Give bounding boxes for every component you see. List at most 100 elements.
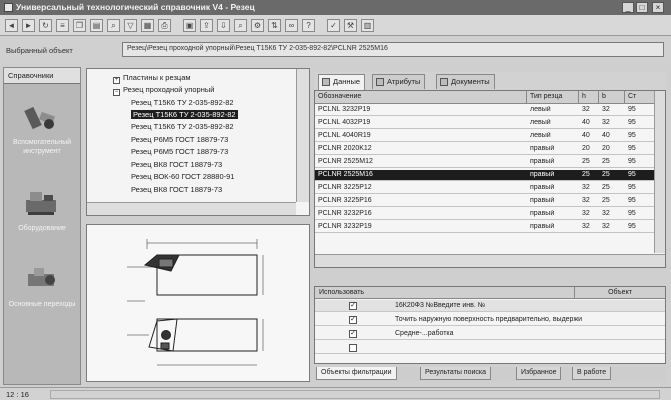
filter-row[interactable]: ✓ Точить наружную поверхность предварител… [315, 314, 665, 326]
sort-icon[interactable]: ⇅ [268, 19, 281, 32]
table-cell: PCLNR 3232P16 [318, 210, 372, 217]
tab-attributes[interactable]: Атрибуты [372, 74, 426, 89]
column-header[interactable]: b [599, 91, 625, 104]
tab-favorites[interactable]: Избранное [516, 367, 562, 380]
tree-node[interactable]: + Пластины к резцам [113, 73, 191, 84]
tab-filter-objects[interactable]: Объекты фильтрации [316, 367, 397, 380]
forward-icon[interactable]: ► [22, 19, 35, 32]
back-icon[interactable]: ◄ [5, 19, 18, 32]
save-icon[interactable]: ▣ [183, 19, 196, 32]
table-row[interactable]: PCLNR 3232P16 правый 32 32 95 [315, 209, 655, 220]
tab-data[interactable]: Данные [318, 74, 366, 90]
filter-row[interactable]: ✓ 16К20Ф3 №Введите инв. № [315, 300, 665, 312]
use-filter-checkbox[interactable] [349, 344, 357, 352]
table-cell: 32 [602, 106, 610, 113]
export-icon[interactable]: ⇪ [200, 19, 213, 32]
filter-icon[interactable]: ▽ [124, 19, 137, 32]
table-cell: 95 [628, 145, 636, 152]
filter-object-text: Средне-...работка [395, 330, 454, 337]
tree-node[interactable]: Резец Т15К6 ТУ 2-035-892-82 [131, 122, 234, 131]
table-row[interactable]: PCLNL 3232P19 левый 32 32 95 [315, 105, 655, 116]
tree-icon[interactable]: ≡ [56, 19, 69, 32]
filter-row[interactable] [315, 342, 665, 354]
print-icon[interactable]: ⎙ [158, 19, 171, 32]
tree-node[interactable]: Резец ВК8 ГОСТ 18879-73 [131, 160, 222, 169]
tab-documents[interactable]: Документы [436, 74, 495, 89]
table-row[interactable]: PCLNR 2020K12 правый 20 20 95 [315, 144, 655, 155]
column-header[interactable]: Ст [625, 91, 655, 104]
tool-holder-icon [24, 106, 55, 130]
column-header[interactable]: Объект [575, 287, 665, 299]
minimize-button[interactable]: _ [622, 2, 634, 13]
import-icon[interactable]: ⇩ [217, 19, 230, 32]
help-icon[interactable]: ? [302, 19, 315, 32]
category-main-transitions[interactable]: Основные переходы [6, 256, 78, 334]
tree-node[interactable]: Резец Р6М5 ГОСТ 18879-73 [131, 147, 228, 156]
paste-icon[interactable]: ▤ [90, 19, 103, 32]
category-equipment[interactable]: Оборудование [6, 180, 78, 258]
category-auxiliary-tools[interactable]: Вспомогательный инструмент [6, 94, 78, 172]
tab-in-work[interactable]: В работе [572, 367, 612, 380]
table-cell: 95 [628, 119, 636, 126]
tree-node[interactable]: Резец ВК8 ГОСТ 18879-73 [131, 185, 222, 194]
tools-icon[interactable]: ⚒ [344, 19, 357, 32]
table-row[interactable]: PCLNL 4032P19 левый 40 32 95 [315, 118, 655, 129]
tree-horizontal-scrollbar[interactable] [87, 202, 296, 215]
app-icon[interactable] [4, 3, 13, 12]
grid-horizontal-scrollbar[interactable] [315, 254, 665, 267]
table-cell: 25 [602, 158, 610, 165]
table-cell: PCLNL 4032P19 [318, 119, 371, 126]
tree-node[interactable]: Резец ВОК-60 ГОСТ 28880-91 [131, 172, 234, 181]
table-cell: левый [530, 106, 551, 113]
table-cell: 95 [628, 132, 636, 139]
calc-icon[interactable]: ▥ [361, 19, 374, 32]
table-row[interactable]: PCLNR 3232P19 правый 32 32 95 [315, 222, 655, 233]
tree-node[interactable]: Резец Р6М5 ГОСТ 18879-73 [131, 135, 228, 144]
table-row[interactable]: PCLNR 3225P16 правый 32 25 95 [315, 196, 655, 207]
search-icon[interactable]: ⌕ [107, 19, 120, 32]
link-icon[interactable]: ∞ [285, 19, 298, 32]
refresh-icon[interactable]: ↻ [39, 19, 52, 32]
table-cell: правый [530, 171, 555, 178]
grid-icon[interactable]: ▦ [141, 19, 154, 32]
table-cell: PCLNR 3225P16 [318, 197, 372, 204]
column-header[interactable]: Использовать [315, 287, 575, 299]
table-cell: 32 [582, 184, 590, 191]
table-row[interactable]: PCLNR 3225P12 правый 32 25 95 [315, 183, 655, 194]
use-filter-checkbox[interactable]: ✓ [349, 302, 357, 310]
grid-vertical-scrollbar[interactable] [654, 91, 665, 253]
check-icon[interactable]: ✓ [327, 19, 340, 32]
tree-node-selected[interactable]: Резец Т15К6 ТУ 2-035-892-82 [131, 110, 238, 119]
tree-vertical-scrollbar[interactable] [296, 69, 309, 202]
table-cell: 32 [602, 119, 610, 126]
filter-row[interactable]: ✓ Средне-...работка [315, 328, 665, 340]
column-header[interactable]: Обозначение [315, 91, 527, 104]
copy-icon[interactable]: ❐ [73, 19, 86, 32]
table-cell: PCLNR 2525M12 [318, 158, 373, 165]
filter-object-text: 16К20Ф3 №Введите инв. № [395, 302, 486, 309]
status-bar: 12 : 16 [0, 387, 671, 400]
table-cell: 32 [582, 210, 590, 217]
column-header[interactable]: h [579, 91, 599, 104]
table-cell: 40 [582, 119, 590, 126]
table-row[interactable]: PCLNR 2525M12 правый 25 25 95 [315, 157, 655, 168]
column-header[interactable]: Тип резца [527, 91, 579, 104]
settings-icon[interactable]: ⚙ [251, 19, 264, 32]
table-row[interactable]: PCLNL 4040R19 левый 40 40 95 [315, 131, 655, 142]
sidebar-header[interactable]: Справочники [4, 68, 80, 84]
table-cell: 20 [582, 145, 590, 152]
use-filter-checkbox[interactable]: ✓ [349, 316, 357, 324]
table-cell: правый [530, 184, 555, 191]
tree-node[interactable]: − Резец проходной упорный [113, 85, 214, 96]
close-button[interactable]: × [652, 2, 664, 13]
maximize-button[interactable]: □ [636, 2, 648, 13]
selected-object-path-field[interactable]: Резец\Резец проходной упорный\Резец Т15К… [122, 42, 664, 57]
collapse-icon[interactable]: − [113, 89, 120, 96]
expand-icon[interactable]: + [113, 77, 120, 84]
tab-search-results[interactable]: Результаты поиска [420, 367, 492, 380]
find-icon[interactable]: ⌕ [234, 19, 247, 32]
use-filter-checkbox[interactable]: ✓ [349, 330, 357, 338]
tree-node[interactable]: Резец Т15К6 ТУ 2-035-892-82 [131, 98, 234, 107]
table-cell: правый [530, 210, 555, 217]
table-row-selected[interactable]: PCLNR 2525M16 правый 25 25 95 [315, 170, 655, 181]
